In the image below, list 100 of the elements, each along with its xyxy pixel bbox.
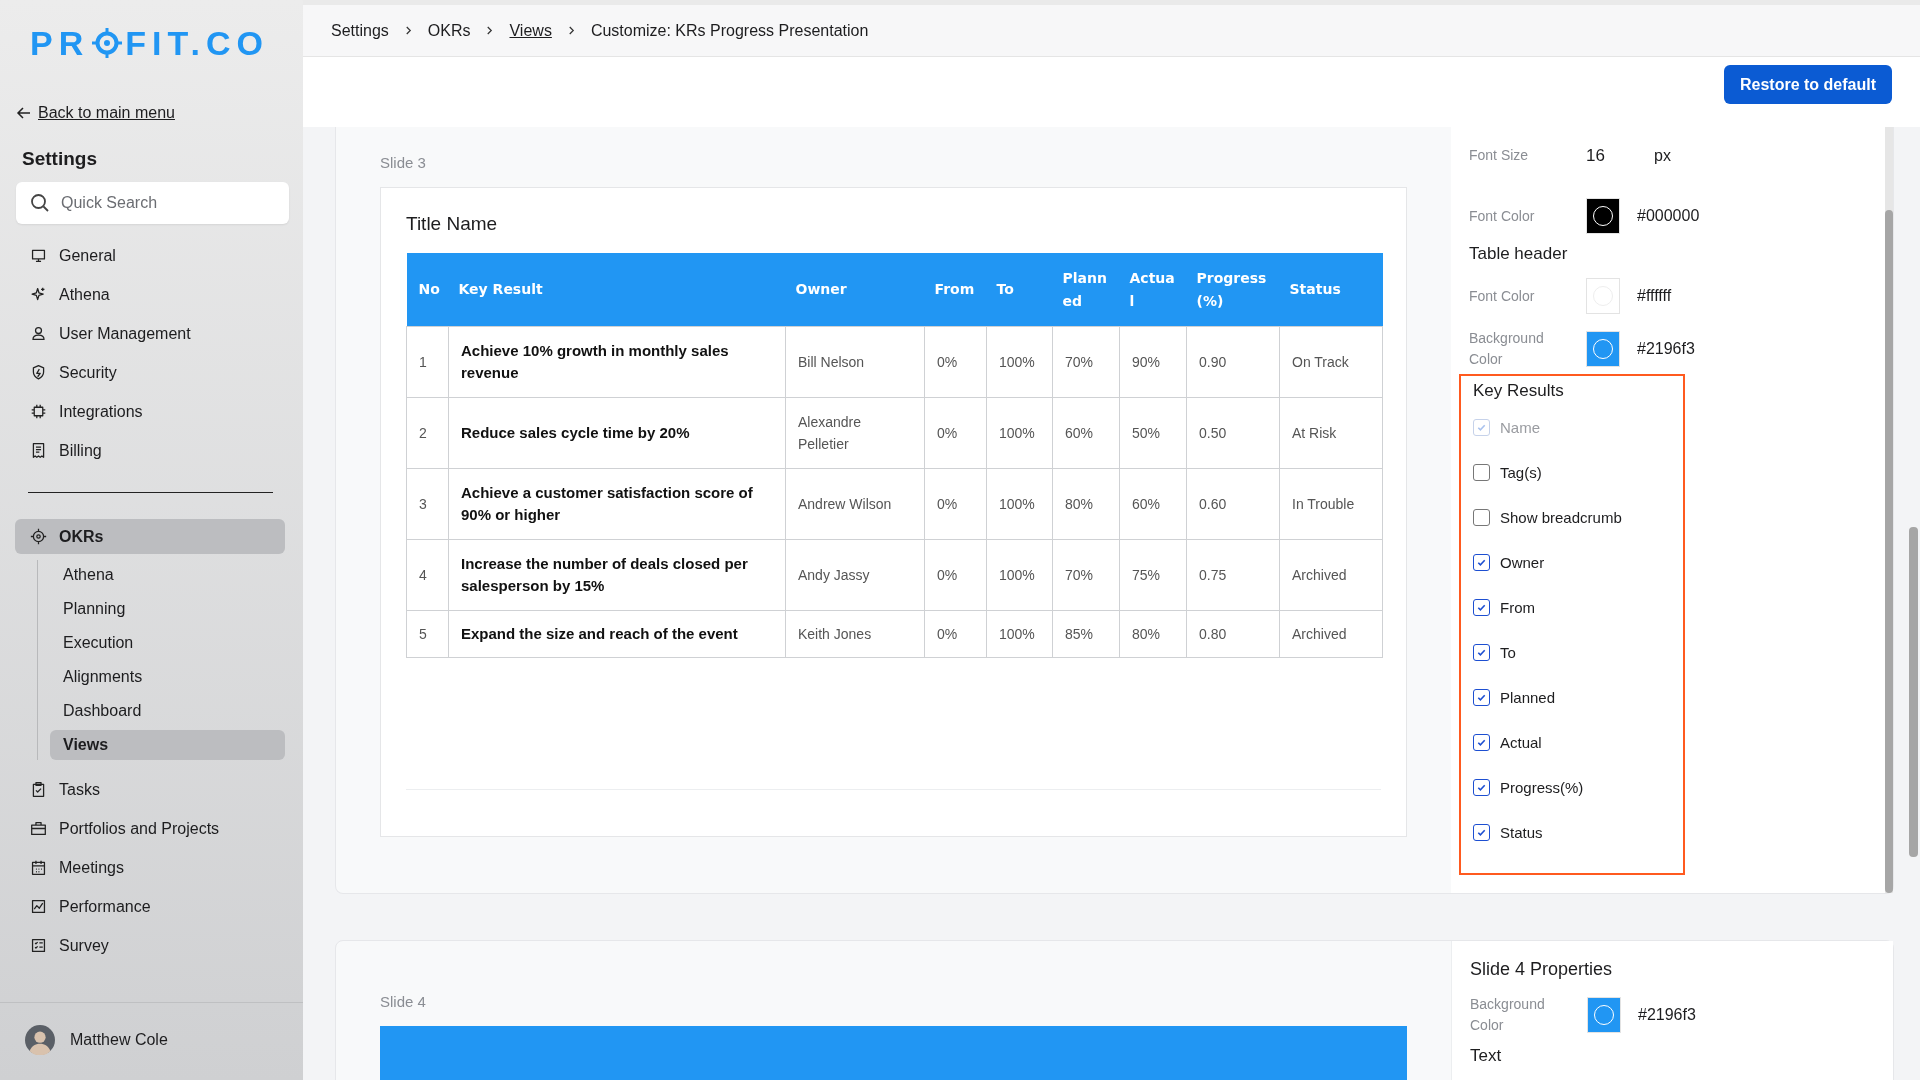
color-swatch[interactable] <box>1586 198 1620 234</box>
checkbox[interactable] <box>1473 599 1490 616</box>
calendar-icon <box>30 859 47 876</box>
font-size-field[interactable]: 16 <box>1586 145 1654 166</box>
checkbox-label: From <box>1500 599 1535 616</box>
table-cell: 50% <box>1119 397 1187 469</box>
color-value: #ffffff <box>1637 287 1672 305</box>
color-value: #000000 <box>1637 207 1700 225</box>
search-field[interactable]: Quick Search <box>16 182 289 224</box>
checkbox[interactable] <box>1473 554 1490 571</box>
checkbox-label: Tag(s) <box>1500 464 1542 481</box>
checkbox[interactable] <box>1473 644 1490 661</box>
checkbox-label: Actual <box>1500 734 1542 751</box>
checkbox[interactable] <box>1473 509 1490 526</box>
breadcrumb-item: Customize: KRs Progress Presentation <box>590 21 869 40</box>
check-icon <box>1476 602 1487 613</box>
field-label: Background Color <box>1469 329 1545 369</box>
table-cell: 4 <box>406 539 449 611</box>
table-cell: At Risk <box>1279 397 1383 469</box>
column-header: Key Result <box>458 281 543 297</box>
sidebar-subitem[interactable]: Views <box>50 730 285 760</box>
table-cell: 70% <box>1052 326 1120 398</box>
table-cell: Achieve 10% growth in monthly sales revenue <box>448 326 786 398</box>
table-cell: Expand the size and reach of the event <box>448 610 786 658</box>
table-cell: Increase the number of deals closed per salesperson by 15% <box>448 539 786 611</box>
checkbox[interactable] <box>1473 779 1490 796</box>
sidebar-subitem[interactable]: Alignments <box>50 662 285 692</box>
sidebar-item[interactable]: Billing <box>15 433 285 468</box>
table-cell: Achieve a customer satisfaction score of 90% or higher <box>448 468 786 540</box>
sidebar-item[interactable]: Survey <box>15 928 285 963</box>
table-cell: 0.60 <box>1186 468 1280 540</box>
breadcrumb-item[interactable]: Settings <box>331 21 389 40</box>
sidebar-item[interactable]: User Management <box>15 316 285 351</box>
breadcrumb-link[interactable]: Views <box>509 21 552 40</box>
table-cell: 0.50 <box>1186 397 1280 469</box>
table-cell: Reduce sales cycle time by 20% <box>448 397 786 469</box>
chevron-icon <box>486 26 494 35</box>
chip-icon <box>30 403 47 420</box>
sidebar-item[interactable]: Meetings <box>15 850 285 885</box>
checkbox[interactable] <box>1473 689 1490 706</box>
scrollbar[interactable] <box>1885 127 1893 893</box>
sidebar-title: Settings <box>22 148 98 170</box>
table-cell: 80% <box>1119 610 1187 658</box>
table-cell: 0.75 <box>1186 539 1280 611</box>
table-cell: 2 <box>406 397 449 469</box>
check-icon <box>1476 692 1487 703</box>
sidebar-item[interactable]: Athena <box>15 277 285 312</box>
back-link[interactable]: Back to main menu <box>38 104 175 122</box>
chevron-icon <box>404 26 412 35</box>
table-cell: 100% <box>986 539 1053 611</box>
slide-title: Title Name <box>406 213 499 235</box>
sidebar-item[interactable]: Portfolios and Projects <box>15 811 285 846</box>
sidebar-item[interactable]: Tasks <box>15 772 285 807</box>
color-swatch[interactable] <box>1587 997 1621 1033</box>
column-header: Status <box>1289 281 1341 297</box>
table-cell: 60% <box>1119 468 1187 540</box>
search-icon <box>30 193 50 213</box>
column-header: Progress(%) <box>1196 269 1267 309</box>
target-icon <box>92 28 123 58</box>
unit-label: px <box>1654 146 1671 165</box>
sidebar-item[interactable]: Performance <box>15 889 285 924</box>
column-header: Owner <box>795 281 847 297</box>
field-label: Font Color <box>1469 286 1536 306</box>
check-icon <box>1476 737 1487 748</box>
checkbox[interactable] <box>1473 734 1490 751</box>
sidebar-item[interactable]: Security <box>15 355 285 390</box>
checkbox[interactable] <box>1473 464 1490 481</box>
sidebar-item[interactable]: OKRs <box>15 519 285 554</box>
color-swatch[interactable] <box>1586 331 1620 367</box>
user-name[interactable]: Matthew Cole <box>70 1031 168 1049</box>
sidebar-subitem[interactable]: Dashboard <box>50 696 285 726</box>
checkbox[interactable] <box>1473 824 1490 841</box>
shield-icon <box>30 364 47 381</box>
list-icon <box>30 937 47 954</box>
logo-text: FIT.CO <box>125 26 269 60</box>
sidebar-item[interactable]: General <box>15 238 285 273</box>
table-cell: Keith Jones <box>785 610 925 658</box>
check-icon <box>1476 647 1487 658</box>
sidebar-subitem[interactable]: Planning <box>50 594 285 624</box>
checkbox-label: Progress(%) <box>1500 779 1584 796</box>
table-cell: Archived <box>1279 539 1383 611</box>
checkbox-label: Planned <box>1500 689 1556 706</box>
table-cell: Alexandre Pelletier <box>785 397 925 469</box>
restore-default-button[interactable]: Restore to default <box>1724 65 1892 104</box>
check-icon <box>1476 422 1487 433</box>
table-cell: 0% <box>924 397 987 469</box>
table-cell: 100% <box>986 610 1053 658</box>
field-label: Font Color <box>1469 206 1536 226</box>
sidebar-subitem[interactable]: Execution <box>50 628 285 658</box>
table-cell: 0.90 <box>1186 326 1280 398</box>
checkbox-label: Status <box>1500 824 1543 841</box>
breadcrumb-item[interactable]: OKRs <box>427 21 471 40</box>
column-header: From <box>934 281 975 297</box>
table-cell: 5 <box>406 610 449 658</box>
color-swatch[interactable] <box>1586 278 1620 314</box>
sidebar-subitem[interactable]: Athena <box>50 560 285 590</box>
table-cell: 3 <box>406 468 449 540</box>
slide-label: Slide 3 <box>380 154 427 171</box>
color-value: #2196f3 <box>1637 340 1695 358</box>
sidebar-item[interactable]: Integrations <box>15 394 285 429</box>
